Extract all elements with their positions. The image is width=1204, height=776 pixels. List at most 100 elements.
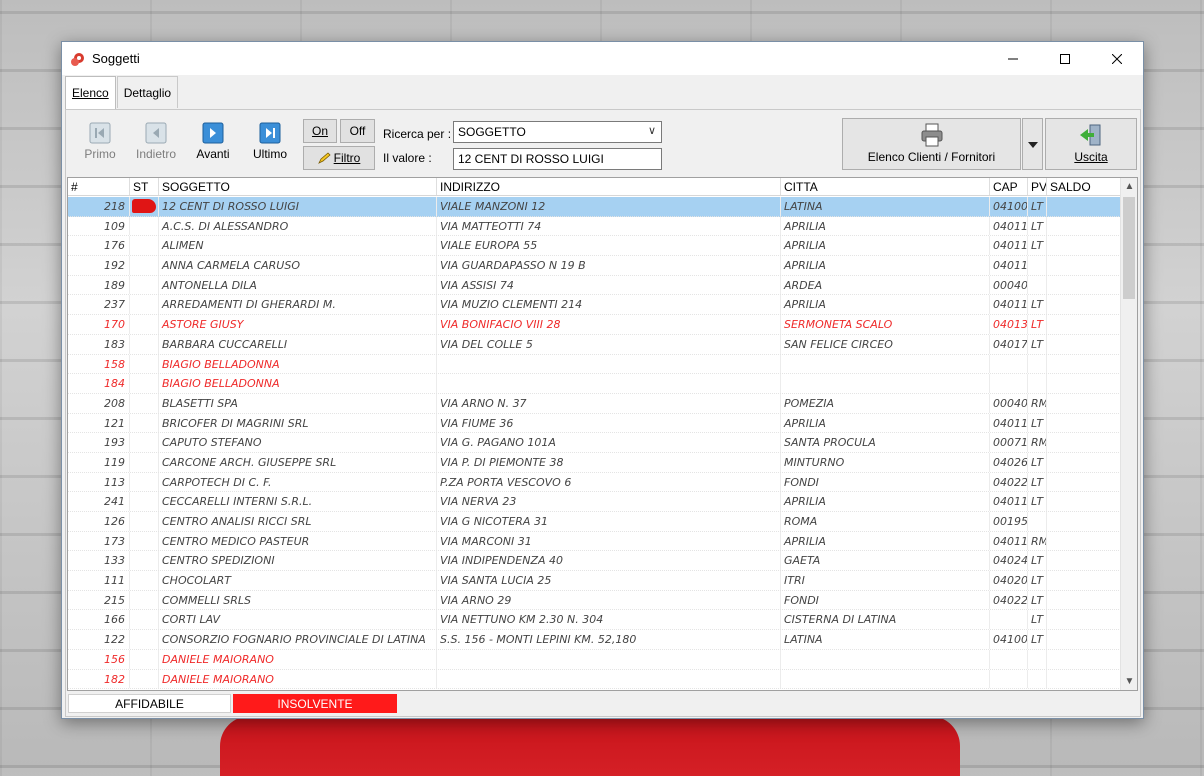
cell-soggetto: BIAGIO BELLADONNA <box>159 374 437 393</box>
table-row[interactable]: 119 CARCONE ARCH. GIUSEPPE SRL VIA P. DI P… <box>68 452 1121 473</box>
scroll-thumb[interactable] <box>1123 197 1135 299</box>
table-row[interactable]: 111 CHOCOLART VIA SANTA LUCIA 25 ITRI 04020 L… <box>68 571 1121 591</box>
report-label: Elenco Clienti / Fornitori <box>867 150 996 164</box>
table-row[interactable]: 156 DANIELE MAIORANO <box>68 649 1121 670</box>
cell-citta: APRILIA <box>781 216 990 236</box>
cell-saldo <box>1047 315 1121 334</box>
scroll-up-icon[interactable]: ▲ <box>1121 178 1137 195</box>
cell-cap: 04011 <box>990 413 1028 433</box>
exit-button[interactable]: Uscita <box>1045 118 1137 170</box>
cell-saldo <box>1047 650 1121 669</box>
title-bar[interactable]: Soggetti <box>62 42 1143 75</box>
search-by-select[interactable]: SOGGETTO ∨ <box>453 121 662 143</box>
table-row[interactable]: 208 BLASETTI SPA VIA ARNO N. 37 POMEZIA 0004… <box>68 393 1121 414</box>
cell-num: 122 <box>68 630 130 649</box>
filter-off-label: Off <box>349 124 366 138</box>
soggetti-grid[interactable]: # ST SOGGETTO INDIRIZZO CITTA CAP PV SAL… <box>67 177 1138 691</box>
cell-pv: LT <box>1028 295 1047 315</box>
header-num[interactable]: # <box>68 178 130 195</box>
cell-num: 166 <box>68 610 130 630</box>
header-saldo[interactable]: SALDO <box>1047 178 1121 195</box>
cell-cap: 04024 <box>990 551 1028 571</box>
table-row[interactable]: 192 ANNA CARMELA CARUSO VIA GUARDAPASSO N … <box>68 256 1121 276</box>
filter-button[interactable]: Filtro <box>303 146 375 170</box>
table-row[interactable]: 215 COMMELLI SRLS VIA ARNO 29 FONDI 04022 LT <box>68 590 1121 611</box>
table-row[interactable]: 241 CECCARELLI INTERNI S.R.L. VIA NERVA 23… <box>68 492 1121 512</box>
table-row[interactable]: 176 ALIMEN VIALE EUROPA 55 APRILIA 04011 LT <box>68 236 1121 257</box>
cell-saldo <box>1047 512 1121 531</box>
back-label: Indietro <box>135 147 177 161</box>
cell-pv: LT <box>1028 216 1047 236</box>
table-row[interactable]: 170 ASTORE GIUSY VIA BONIFACIO VIII 28 SERM… <box>68 315 1121 335</box>
header-indirizzo[interactable]: INDIRIZZO <box>437 178 781 195</box>
cell-pv <box>1028 374 1047 393</box>
tab-elenco[interactable]: Elenco <box>65 76 116 110</box>
table-row[interactable]: 121 BRICOFER DI MAGRINI SRL VIA FIUME 36 AP… <box>68 413 1121 434</box>
cell-pv: LT <box>1028 334 1047 354</box>
cell-saldo <box>1047 473 1121 492</box>
cell-indirizzo: VIALE EUROPA 55 <box>437 236 781 256</box>
table-row[interactable]: 122 CONSORZIO FOGNARIO PROVINCIALE DI LAT… <box>68 630 1121 650</box>
report-dropdown-button[interactable] <box>1022 118 1043 170</box>
last-button[interactable]: Ultimo <box>240 118 300 170</box>
cell-saldo <box>1047 197 1121 216</box>
cell-citta: APRILIA <box>781 531 990 551</box>
filter-on-button[interactable]: On <box>303 119 337 143</box>
cell-indirizzo: VIA G NICOTERA 31 <box>437 512 781 531</box>
exit-label: Uscita <box>1074 150 1108 164</box>
table-row[interactable]: 173 CENTRO MEDICO PASTEUR VIA MARCONI 31 AP… <box>68 531 1121 552</box>
header-pv[interactable]: PV <box>1028 178 1047 195</box>
cell-pv <box>1028 256 1047 275</box>
scroll-down-icon[interactable]: ▼ <box>1121 673 1137 690</box>
tab-dettaglio[interactable]: Dettaglio <box>116 76 179 108</box>
header-soggetto[interactable]: SOGGETTO <box>159 178 437 195</box>
table-row[interactable]: 218 12 CENT DI ROSSO LUIGI VIALE MANZONI 1… <box>68 197 1121 217</box>
header-cap[interactable]: CAP <box>990 178 1028 195</box>
table-row[interactable]: 193 CAPUTO STEFANO VIA G. PAGANO 101A SANTA… <box>68 433 1121 453</box>
table-row[interactable]: 109 A.C.S. DI ALESSANDRO VIA MATTEOTTI 74 A… <box>68 216 1121 237</box>
table-row[interactable]: 113 CARPOTECH DI C. F. P.ZA PORTA VESCOVO … <box>68 472 1121 493</box>
search-value-input[interactable]: 12 CENT DI ROSSO LUIGI <box>453 148 662 170</box>
first-button[interactable]: Primo <box>70 118 130 170</box>
report-button[interactable]: Elenco Clienti / Fornitori <box>842 118 1021 170</box>
cell-st <box>130 512 159 531</box>
vertical-scrollbar[interactable]: ▲ ▼ <box>1120 178 1137 690</box>
cell-st <box>130 452 159 472</box>
minimize-button[interactable] <box>987 42 1039 75</box>
cell-soggetto: BIAGIO BELLADONNA <box>159 354 437 374</box>
table-row[interactable]: 237 ARREDAMENTI DI GHERARDI M. VIA MUZIO C… <box>68 295 1121 316</box>
table-row[interactable]: 133 CENTRO SPEDIZIONI VIA INDIPENDENZA 40 G… <box>68 551 1121 572</box>
close-button[interactable] <box>1091 42 1143 75</box>
cell-soggetto: CONSORZIO FOGNARIO PROVINCIALE DI LATINA <box>159 630 437 649</box>
cell-indirizzo: S.S. 156 - MONTI LEPINI KM. 52,180 <box>437 630 781 649</box>
header-citta[interactable]: CITTA <box>781 178 990 195</box>
table-row[interactable]: 184 BIAGIO BELLADONNA <box>68 374 1121 394</box>
cell-pv: RM <box>1028 393 1047 413</box>
status-flag <box>132 199 156 213</box>
cell-soggetto: CARCONE ARCH. GIUSEPPE SRL <box>159 452 437 472</box>
table-row[interactable]: 126 CENTRO ANALISI RICCI SRL VIA G NICOTER… <box>68 512 1121 532</box>
cell-saldo <box>1047 355 1121 374</box>
cell-pv: LT <box>1028 590 1047 610</box>
back-button[interactable]: Indietro <box>126 118 186 170</box>
forward-button[interactable]: Avanti <box>183 118 243 170</box>
cell-saldo <box>1047 276 1121 295</box>
table-row[interactable]: 183 BARBARA CUCCARELLI VIA DEL COLLE 5 SAN … <box>68 334 1121 355</box>
table-row[interactable]: 158 BIAGIO BELLADONNA <box>68 354 1121 375</box>
filter-off-button[interactable]: Off <box>340 119 375 143</box>
cell-num: 237 <box>68 295 130 315</box>
cell-pv: LT <box>1028 630 1047 649</box>
cell-st <box>130 334 159 354</box>
table-row[interactable]: 189 ANTONELLA DILA VIA ASSISI 74 ARDEA 00040 <box>68 275 1121 296</box>
table-row[interactable]: 182 DANIELE MAIORANO <box>68 669 1121 690</box>
cell-cap: 04017 <box>990 334 1028 354</box>
cell-citta: SANTA PROCULA <box>781 433 990 452</box>
cell-pv: RM <box>1028 531 1047 551</box>
cell-citta: ITRI <box>781 571 990 590</box>
cell-indirizzo: VIA ASSISI 74 <box>437 275 781 295</box>
forward-label: Avanti <box>196 147 230 161</box>
maximize-button[interactable] <box>1039 42 1091 75</box>
table-row[interactable]: 166 CORTI LAV VIA NETTUNO KM 2.30 N. 304 CI… <box>68 610 1121 631</box>
header-st[interactable]: ST <box>130 178 159 195</box>
cell-num: 182 <box>68 669 130 689</box>
